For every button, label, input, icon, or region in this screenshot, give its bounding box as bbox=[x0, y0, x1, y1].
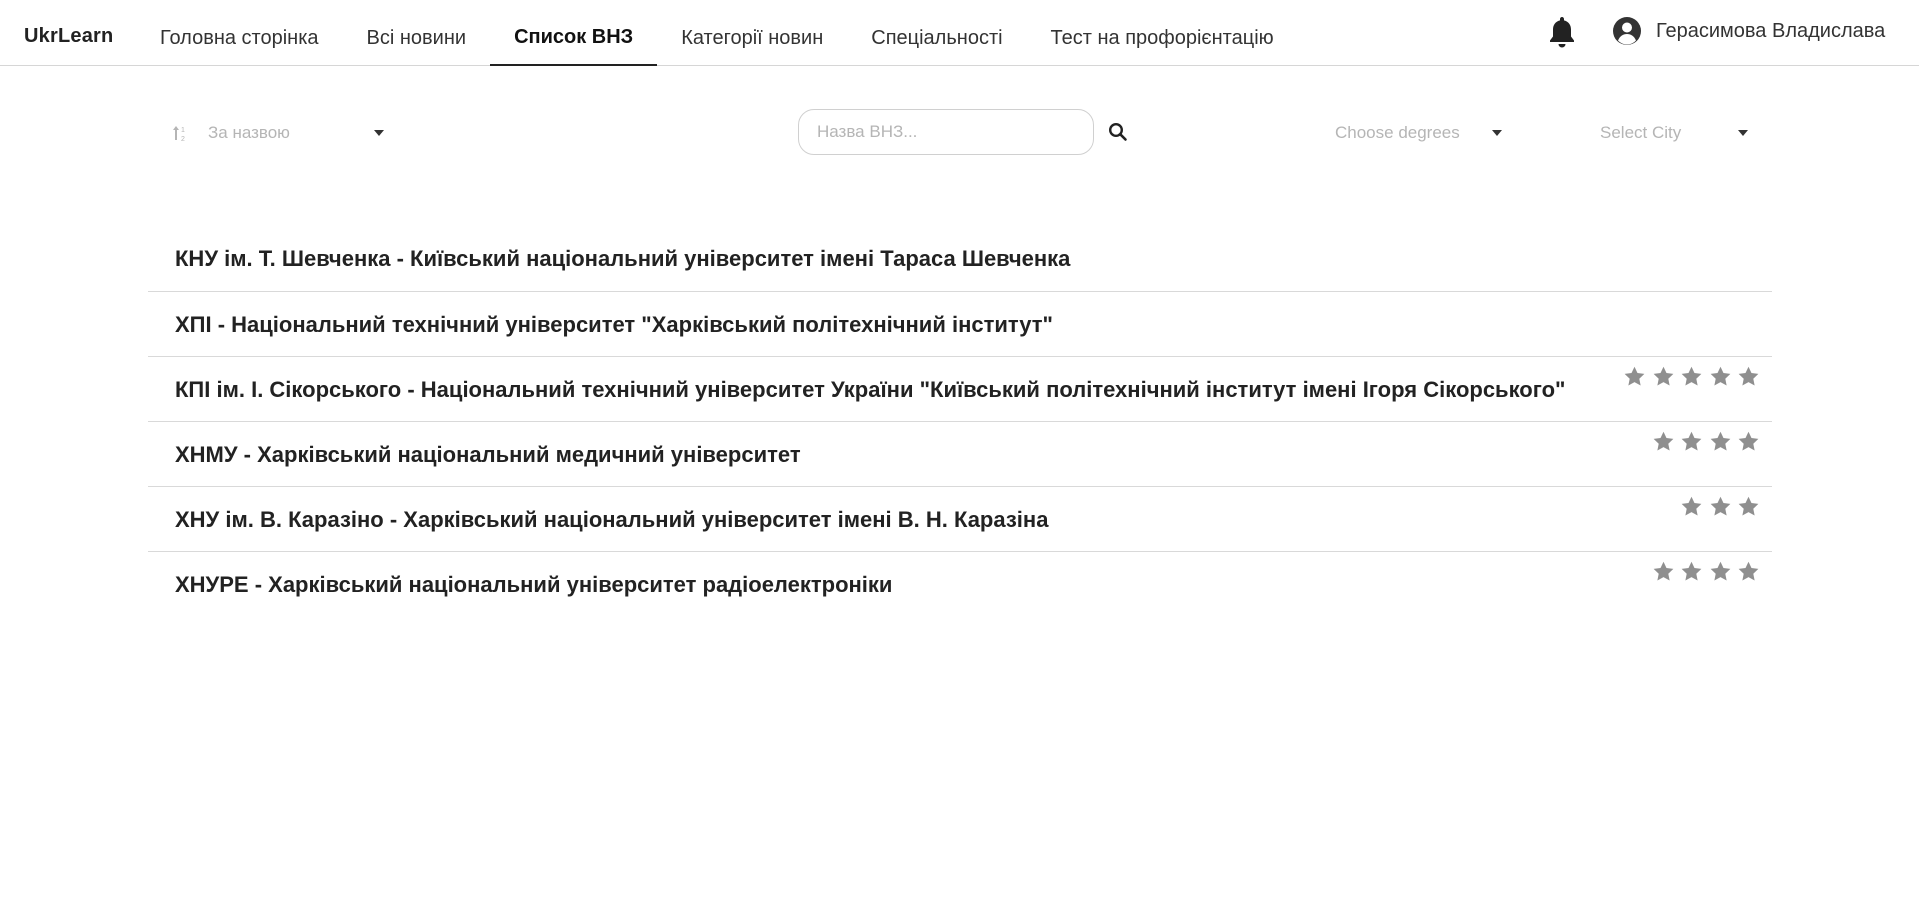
star-icon bbox=[1738, 496, 1759, 516]
brand-logo[interactable]: UkrLearn bbox=[24, 25, 113, 48]
search-input[interactable] bbox=[798, 109, 1094, 155]
rating-stars bbox=[1646, 560, 1760, 583]
rating-stars bbox=[1646, 430, 1760, 453]
star-icon bbox=[1681, 431, 1702, 451]
main-nav: Головна сторінка Всі новини Список ВНЗ К… bbox=[136, 0, 1298, 66]
university-title[interactable]: ХНМУ - Харківський національний медичний… bbox=[175, 442, 801, 468]
nav-item-news-categories[interactable]: Категорії новин bbox=[657, 0, 847, 66]
nav-item-label: Тест на профорієнтацію bbox=[1050, 26, 1274, 49]
university-title[interactable]: КНУ ім. Т. Шевченка - Київський націонал… bbox=[175, 246, 1070, 272]
star-icon bbox=[1738, 561, 1759, 581]
degrees-placeholder: Choose degrees bbox=[1335, 123, 1460, 142]
user-circle-icon bbox=[1613, 17, 1641, 45]
nav-item-label: Спеціальності bbox=[871, 26, 1003, 49]
star-icon bbox=[1738, 431, 1759, 451]
star-icon bbox=[1710, 366, 1730, 386]
star-icon bbox=[1710, 561, 1730, 581]
star-icon bbox=[1653, 366, 1673, 386]
degrees-select[interactable]: Choose degrees bbox=[1335, 118, 1505, 148]
star-icon bbox=[1624, 366, 1645, 386]
nav-item-label: Головна сторінка bbox=[160, 26, 319, 49]
university-title[interactable]: ХПІ - Національний технічний університет… bbox=[175, 312, 1053, 338]
svg-text:2: 2 bbox=[181, 136, 185, 142]
star-icon bbox=[1681, 561, 1702, 581]
star-icon bbox=[1681, 496, 1702, 516]
bell-icon[interactable] bbox=[1546, 15, 1578, 51]
user-menu[interactable]: Герасимова Владислава bbox=[1612, 16, 1885, 46]
city-placeholder: Select City bbox=[1600, 123, 1682, 142]
chevron-down-icon bbox=[1492, 130, 1502, 136]
university-list: КНУ ім. Т. Шевченка - Київський націонал… bbox=[148, 226, 1772, 616]
nav-item-label: Категорії новин bbox=[681, 26, 824, 49]
sort-icon: 1 2 bbox=[173, 126, 185, 142]
user-name: Герасимова Владислава bbox=[1656, 19, 1886, 42]
nav-item-universities-list[interactable]: Список ВНЗ bbox=[490, 0, 658, 66]
list-item[interactable]: ХПІ - Національний технічний університет… bbox=[148, 291, 1772, 356]
star-icon bbox=[1681, 366, 1702, 386]
nav-item-label: Список ВНЗ bbox=[514, 25, 634, 48]
star-icon bbox=[1710, 431, 1730, 451]
list-item[interactable]: ХНМУ - Харківський національний медичний… bbox=[148, 421, 1772, 486]
star-icon bbox=[1710, 496, 1730, 516]
rating-stars bbox=[1675, 495, 1761, 518]
university-title[interactable]: КПІ ім. І. Сікорського - Національний те… bbox=[175, 377, 1565, 403]
chevron-down-icon bbox=[1738, 130, 1748, 136]
nav-item-home[interactable]: Головна сторінка bbox=[136, 0, 343, 66]
search-icon[interactable] bbox=[1108, 122, 1128, 142]
nav-item-label: Всі новини bbox=[366, 26, 467, 49]
svg-text:1: 1 bbox=[181, 127, 185, 134]
university-title[interactable]: ХНУРЕ - Харківський національний універс… bbox=[175, 572, 892, 598]
star-icon bbox=[1653, 561, 1673, 581]
top-navigation-bar: UkrLearn Головна сторінка Всі новини Спи… bbox=[0, 0, 1919, 66]
sort-select[interactable]: 1 2 За назвою bbox=[172, 118, 390, 148]
nav-item-career-test[interactable]: Тест на профорієнтацію bbox=[1027, 0, 1298, 66]
nav-item-specialties[interactable]: Спеціальності bbox=[847, 0, 1026, 66]
chevron-down-icon bbox=[374, 130, 384, 136]
list-item[interactable]: ХНУ ім. В. Каразіно - Харківський націон… bbox=[148, 486, 1772, 551]
list-item[interactable]: ХНУРЕ - Харківський національний універс… bbox=[148, 551, 1772, 616]
list-item[interactable]: КНУ ім. Т. Шевченка - Київський націонал… bbox=[148, 226, 1772, 291]
star-icon bbox=[1653, 431, 1673, 451]
star-icon bbox=[1738, 366, 1759, 386]
city-select[interactable]: Select City bbox=[1600, 118, 1755, 148]
university-title[interactable]: ХНУ ім. В. Каразіно - Харківський націон… bbox=[175, 507, 1048, 533]
rating-stars bbox=[1618, 365, 1761, 388]
list-item[interactable]: КПІ ім. І. Сікорського - Національний те… bbox=[148, 356, 1772, 421]
sort-value: За назвою bbox=[208, 123, 290, 142]
nav-item-all-news[interactable]: Всі новини bbox=[343, 0, 491, 66]
